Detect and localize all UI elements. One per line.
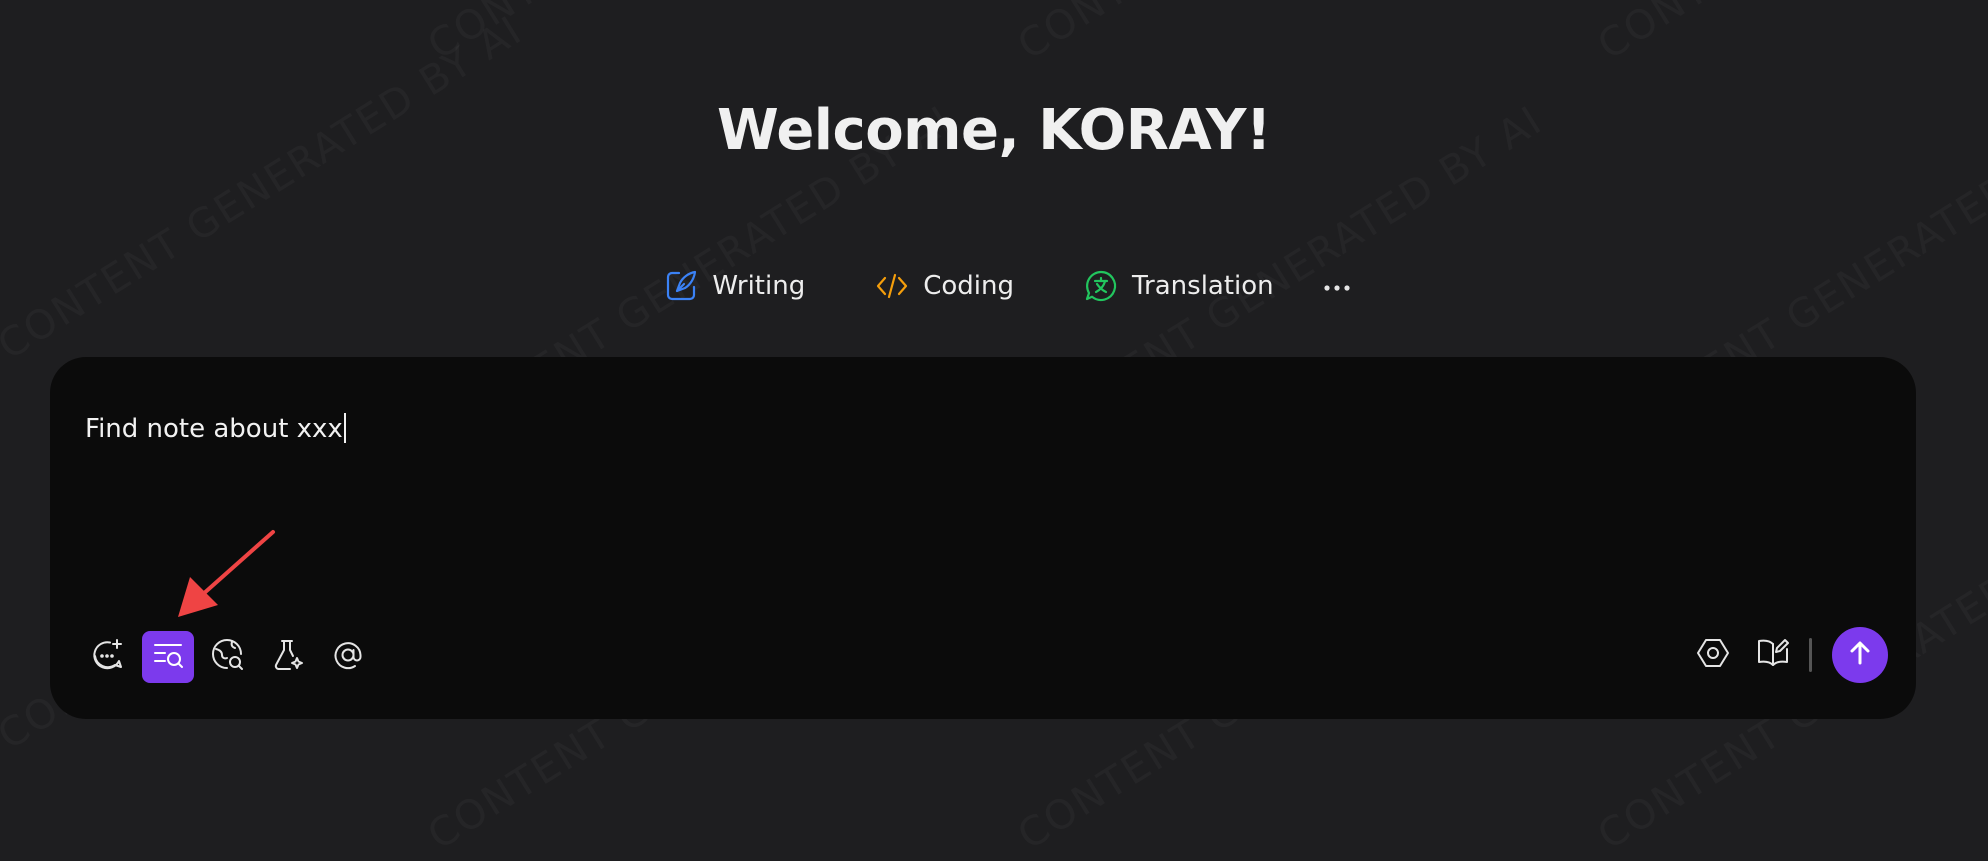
quick-action-label: Translation: [1131, 271, 1274, 301]
book-edit-icon: [1755, 635, 1791, 675]
flask-sparkle-icon: [271, 638, 305, 676]
arrow-up-icon: [1846, 639, 1874, 671]
hexagon-icon: [1696, 636, 1730, 674]
experiment-button[interactable]: [262, 631, 314, 683]
page: CONTENT GENERATED BY AI CONTENT GENERATE…: [0, 0, 1988, 861]
input-toolbar-left: [82, 631, 374, 683]
mention-button[interactable]: [322, 631, 374, 683]
quick-action-writing[interactable]: Writing: [664, 264, 805, 308]
input-toolbar-right: [1687, 627, 1888, 683]
globe-search-icon: [210, 637, 246, 677]
feather-pen-icon: [664, 269, 698, 303]
send-button[interactable]: [1832, 627, 1888, 683]
web-search-button[interactable]: [202, 631, 254, 683]
chat-input[interactable]: Find note about xxx: [85, 413, 346, 444]
quick-action-label: Writing: [712, 271, 806, 301]
quick-action-label: Coding: [923, 271, 1014, 301]
at-sign-icon: [331, 638, 365, 676]
new-chat-button[interactable]: [82, 631, 134, 683]
code-brackets-icon: [875, 269, 909, 303]
model-settings-button[interactable]: [1687, 629, 1739, 681]
quick-actions: Writing Coding Translation: [0, 264, 1988, 308]
watermark-text: CONTENT GENERATED BY AI: [1590, 0, 1988, 69]
watermark-text: CONTENT GENERATED BY AI: [1010, 0, 1551, 69]
translate-bubble-icon: [1084, 269, 1118, 303]
search-notes-button[interactable]: [142, 631, 194, 683]
toolbar-divider: [1809, 638, 1812, 672]
watermark-text: CONTENT GENERATED BY AI: [420, 0, 961, 69]
text-caret: [343, 413, 346, 443]
more-options-button[interactable]: [1315, 264, 1359, 308]
chat-input-value: Find note about xxx: [85, 414, 343, 444]
quick-action-coding[interactable]: Coding: [875, 264, 1014, 308]
chat-input-panel[interactable]: Find note about xxx: [50, 357, 1916, 719]
knowledge-base-button[interactable]: [1747, 629, 1799, 681]
quick-action-translation[interactable]: Translation: [1084, 264, 1274, 308]
chat-plus-icon: [90, 637, 126, 677]
watermark-text: CONTENT GENERATED BY AI: [0, 7, 531, 369]
welcome-title: Welcome, KORAY!: [717, 98, 1271, 163]
ellipsis-icon: [1323, 277, 1351, 296]
list-search-icon: [151, 638, 185, 676]
